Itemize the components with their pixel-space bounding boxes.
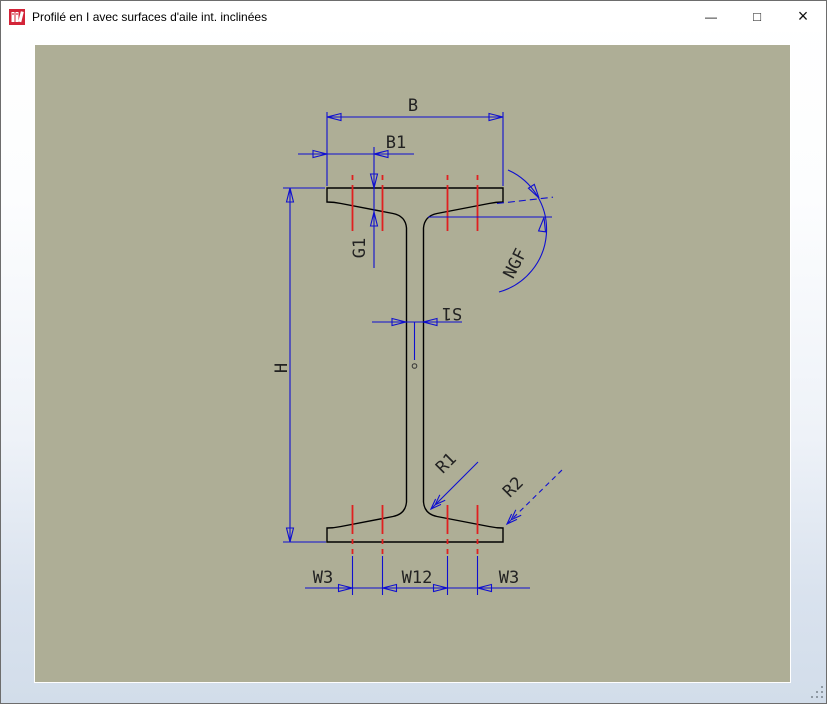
app-icon [9, 8, 25, 25]
label-b: B [408, 96, 418, 116]
profile-drawing: B B1 G1 H S1 NGF R1 R2 W3 W12 W3 [35, 45, 790, 682]
dialog-window: Profilé en I avec surfaces d'aile int. i… [0, 0, 827, 704]
resize-grip-icon[interactable] [809, 685, 824, 700]
minimize-icon: — [705, 9, 717, 24]
maximize-button[interactable]: □ [734, 1, 780, 32]
label-s1: S1 [442, 303, 462, 323]
minimize-button[interactable]: — [688, 1, 734, 32]
close-icon: × [797, 6, 809, 26]
label-w12: W12 [402, 568, 433, 588]
label-b1: B1 [386, 133, 406, 153]
window-controls: — □ × [688, 1, 826, 32]
drawing-canvas: B B1 G1 H S1 NGF R1 R2 W3 W12 W3 [34, 44, 791, 683]
close-button[interactable]: × [780, 1, 826, 32]
label-h: H [272, 363, 292, 373]
maximize-icon: □ [753, 9, 761, 24]
label-w3-left: W3 [313, 568, 333, 588]
window-title: Profilé en I avec surfaces d'aile int. i… [32, 9, 268, 24]
label-w3-right: W3 [499, 568, 519, 588]
label-g1: G1 [350, 238, 370, 258]
title-bar[interactable]: Profilé en I avec surfaces d'aile int. i… [1, 1, 826, 32]
